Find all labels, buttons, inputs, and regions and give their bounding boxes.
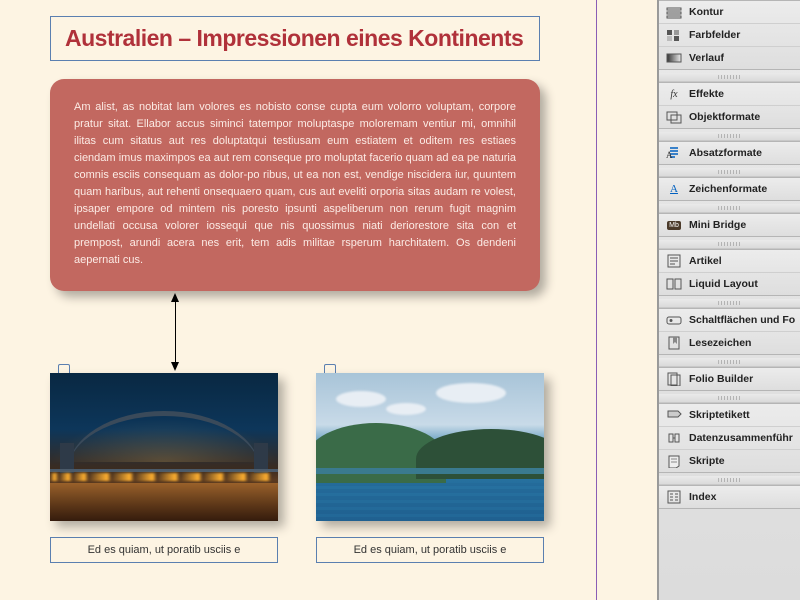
panel-grip[interactable]: ıııııııı [659,132,800,141]
caption-frame-1[interactable]: Ed es quiam, ut poratib usciis e [50,537,278,563]
title-frame[interactable]: Australien – Impressionen eines Kontinen… [50,16,540,61]
measure-line [175,295,176,369]
page-title: Australien – Impressionen eines Kontinen… [65,25,525,52]
panel-label: Mini Bridge [689,219,746,231]
document-canvas[interactable]: Australien – Impressionen eines Kontinen… [0,0,658,600]
arrow-down-icon [171,362,179,371]
panel-grip[interactable]: ıııııııı [659,73,800,82]
panel-grip[interactable]: ıııııııı [659,394,800,403]
intro-text-box[interactable]: Am alist, as nobitat lam volores es nobi… [50,79,540,291]
panel-label: Skriptetikett [689,409,750,421]
panel-zeichenformate[interactable]: A Zeichenformate [659,178,800,200]
panel-objektformate[interactable]: Objektformate [659,106,800,128]
gradient-icon [666,51,682,65]
panel-skripte[interactable]: Skripte [659,450,800,472]
panel-index[interactable]: Index [659,486,800,508]
paragraph-styles-icon: A [666,146,682,160]
island-sea-image [316,373,544,521]
panel-grip[interactable]: ıııııııı [659,299,800,308]
panel-label: Absatzformate [689,147,762,159]
panel-label: Objektformate [689,111,760,123]
panel-skriptetikett[interactable]: Skriptetikett [659,404,800,427]
panel-kontur[interactable]: Kontur [659,1,800,24]
panel-label: Farbfelder [689,29,740,41]
panels-dock: Kontur Farbfelder Verlauf ıııııııı fx Ef… [658,0,800,600]
stroke-icon [666,5,682,19]
panel-label: Artikel [689,255,722,267]
panel-label: Liquid Layout [689,278,758,290]
scripts-icon [666,454,682,468]
panel-schaltflaechen[interactable]: Schaltflächen und Fo [659,309,800,332]
panel-farbfelder[interactable]: Farbfelder [659,24,800,47]
panel-artikel[interactable]: Artikel [659,250,800,273]
panel-minibridge[interactable]: Mb Mini Bridge [659,214,800,236]
panel-group-color: Kontur Farbfelder Verlauf [659,0,800,70]
vertical-spacing-indicator[interactable] [50,291,540,373]
panel-grip[interactable]: ıııııııı [659,168,800,177]
panel-grip[interactable]: ıııııııı [659,204,800,213]
panel-label: Lesezeichen [689,337,751,349]
data-merge-icon [666,431,682,445]
object-styles-icon [666,110,682,124]
panel-verlauf[interactable]: Verlauf [659,47,800,69]
minibridge-icon: Mb [666,218,682,232]
panel-effekte[interactable]: fx Effekte [659,83,800,106]
panel-grip[interactable]: ıııııııı [659,358,800,367]
articles-icon [666,254,682,268]
panel-lesezeichen[interactable]: Lesezeichen [659,332,800,354]
bookmarks-icon [666,336,682,350]
caption-2: Ed es quiam, ut poratib usciis e [354,544,507,556]
panel-label: Effekte [689,88,724,100]
panel-label: Datenzusammenführ [689,432,793,444]
character-styles-icon: A [666,182,682,196]
buttons-forms-icon [666,313,682,327]
panel-label: Index [689,491,716,503]
effects-icon: fx [666,87,682,101]
folio-icon [666,372,682,386]
panel-folio-builder[interactable]: Folio Builder [659,368,800,390]
caption-frame-2[interactable]: Ed es quiam, ut poratib usciis e [316,537,544,563]
script-label-icon [666,408,682,422]
image-frame-bridge[interactable] [50,373,278,521]
caption-1: Ed es quiam, ut poratib usciis e [88,544,241,556]
svg-text:A: A [666,150,673,160]
panel-absatzformate[interactable]: A Absatzformate [659,142,800,164]
panel-label: Kontur [689,6,723,18]
liquid-layout-icon [666,277,682,291]
index-icon [666,490,682,504]
image-frame-island[interactable] [316,373,544,521]
panel-liquid-layout[interactable]: Liquid Layout [659,273,800,295]
panel-label: Folio Builder [689,373,753,385]
panel-datenzusammen[interactable]: Datenzusammenführ [659,427,800,450]
panel-grip[interactable]: ıııııııı [659,240,800,249]
panel-grip[interactable]: ıııııııı [659,476,800,485]
bridge-night-image [50,373,278,521]
image-row: Ed es quiam, ut poratib usciis e Ed es q… [50,373,580,563]
intro-paragraph: Am alist, as nobitat lam volores es nobi… [74,99,516,269]
panel-label: Verlauf [689,52,724,64]
panel-label: Skripte [689,455,725,467]
swatches-icon [666,28,682,42]
panel-label: Zeichenformate [689,183,767,195]
panel-label: Schaltflächen und Fo [689,314,795,326]
